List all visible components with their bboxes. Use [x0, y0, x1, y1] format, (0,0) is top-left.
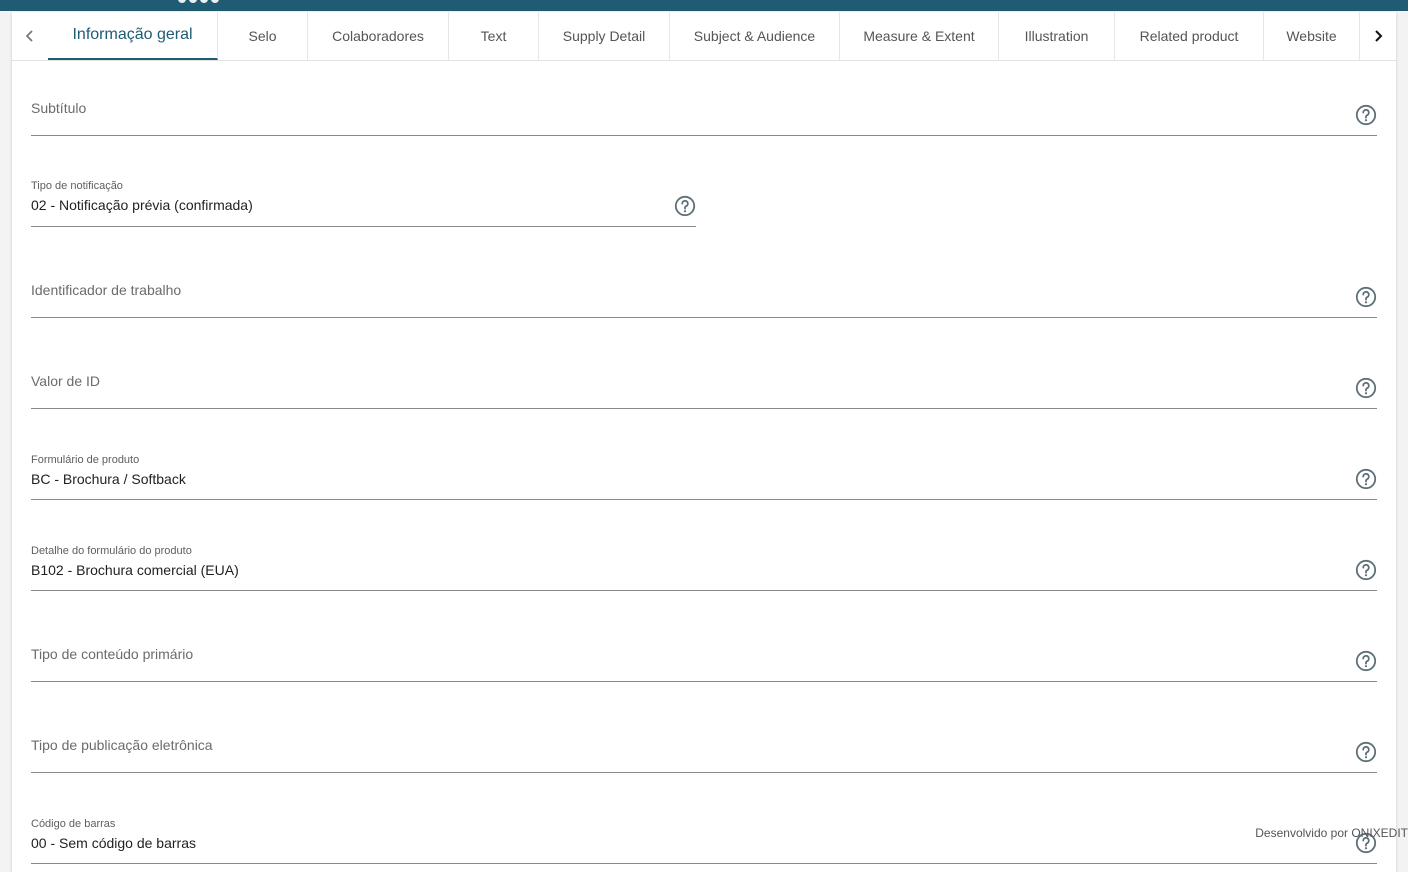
tipo-notificacao-label: Tipo de notificação: [31, 180, 123, 192]
tab-subject-audience[interactable]: Subject & Audience: [670, 12, 840, 60]
help-icon[interactable]: [674, 195, 696, 217]
formulario-produto-label: Formulário de produto: [31, 454, 140, 466]
app-top-bar: [0, 0, 1408, 11]
tab-colaboradores[interactable]: Colaboradores: [308, 12, 449, 60]
chevron-left-icon: [25, 30, 33, 42]
powered-by-text: Desenvolvido por ONIXEDIT: [1255, 826, 1408, 840]
help-icon[interactable]: [1355, 468, 1377, 490]
tab-related-product[interactable]: Related product: [1115, 12, 1264, 60]
tab-measure-extent[interactable]: Measure & Extent: [840, 12, 999, 60]
detalhe-formulario-value: B102 - Brochura comercial (EUA): [31, 562, 239, 578]
tab-selo[interactable]: Selo: [218, 12, 308, 60]
valor-id-field[interactable]: Valor de ID: [31, 363, 1377, 409]
codigo-barras-value: 00 - Sem código de barras: [31, 835, 196, 851]
valor-id-placeholder: Valor de ID: [31, 373, 100, 389]
tab-illustration[interactable]: Illustration: [999, 12, 1115, 60]
tipo-notificacao-select[interactable]: Tipo de notificação 02 - Notificação pré…: [31, 178, 696, 227]
detalhe-formulario-label: Detalhe do formulário do produto: [31, 545, 192, 557]
formulario-produto-select[interactable]: Formulário de produto BC - Brochura / So…: [31, 452, 1377, 500]
tab-informacao-geral[interactable]: Informação geral: [48, 12, 218, 60]
tipo-publicacao-placeholder: Tipo de publicação eletrônica: [31, 737, 213, 753]
logo-fragment: [178, 0, 224, 3]
tab-supply-detail[interactable]: Supply Detail: [539, 12, 670, 60]
tab-bar: Informação geral Selo Colaboradores Text…: [12, 12, 1396, 61]
subtitulo-placeholder: Subtítulo: [31, 100, 87, 116]
tab-scroll-left-button[interactable]: [12, 12, 48, 60]
identificador-trabalho-field[interactable]: Identificador de trabalho: [31, 272, 1377, 318]
tab-text[interactable]: Text: [449, 12, 539, 60]
identificador-trabalho-placeholder: Identificador de trabalho: [31, 282, 182, 298]
detalhe-formulario-select[interactable]: Detalhe do formulário do produto B102 - …: [31, 543, 1377, 591]
help-icon[interactable]: [1355, 559, 1377, 581]
tab-website[interactable]: Website: [1264, 12, 1360, 60]
subtitulo-field[interactable]: Subtítulo: [31, 90, 1377, 136]
codigo-barras-label: Código de barras: [31, 818, 116, 830]
chevron-right-icon: [1375, 30, 1383, 42]
help-icon[interactable]: [1355, 377, 1377, 399]
tab-strip: Informação geral Selo Colaboradores Text…: [48, 12, 1360, 60]
help-icon[interactable]: [1355, 104, 1377, 126]
tipo-notificacao-value: 02 - Notificação prévia (confirmada): [31, 197, 253, 213]
tipo-conteudo-field[interactable]: Tipo de conteúdo primário: [31, 636, 1377, 682]
codigo-barras-select[interactable]: Código de barras 00 - Sem código de barr…: [31, 816, 1377, 864]
formulario-produto-value: BC - Brochura / Softback: [31, 471, 186, 487]
product-form-card: Informação geral Selo Colaboradores Text…: [12, 12, 1396, 872]
tab-scroll-right-button[interactable]: [1360, 12, 1396, 60]
help-icon[interactable]: [1355, 741, 1377, 763]
help-icon[interactable]: [1355, 650, 1377, 672]
help-icon[interactable]: [1355, 286, 1377, 308]
tipo-conteudo-placeholder: Tipo de conteúdo primário: [31, 646, 194, 662]
tipo-publicacao-field[interactable]: Tipo de publicação eletrônica: [31, 727, 1377, 773]
